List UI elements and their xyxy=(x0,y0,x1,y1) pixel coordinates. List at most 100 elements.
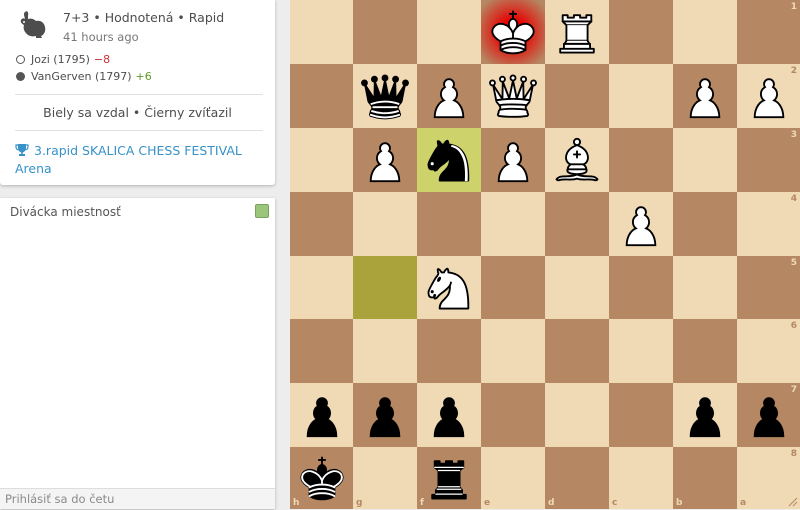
square-a5[interactable]: 5 xyxy=(737,256,800,319)
square-h7[interactable] xyxy=(290,383,353,447)
black-rook-icon[interactable] xyxy=(421,450,477,506)
tournament-link[interactable]: 3.rapid SKALICA CHESS FESTIVAL Arena xyxy=(15,142,245,178)
square-g6[interactable] xyxy=(353,319,417,383)
square-g7[interactable] xyxy=(353,383,417,447)
square-g3[interactable] xyxy=(353,128,417,192)
black-pawn-icon[interactable] xyxy=(741,387,797,443)
square-g4[interactable] xyxy=(353,192,417,256)
square-h5[interactable] xyxy=(290,256,353,319)
square-c7[interactable] xyxy=(609,383,673,447)
square-b7[interactable] xyxy=(673,383,737,447)
chat-input[interactable]: Prihlásiť sa do četu xyxy=(0,488,275,509)
square-e5[interactable] xyxy=(481,256,545,319)
square-a2[interactable]: 2 xyxy=(737,64,800,128)
square-a6[interactable]: 6 xyxy=(737,319,800,383)
square-f4[interactable] xyxy=(417,192,481,256)
black-pawn-icon[interactable] xyxy=(421,387,477,443)
square-e3[interactable] xyxy=(481,128,545,192)
square-b8[interactable]: b xyxy=(673,447,737,509)
chess-board[interactable]: 1 2 3 4 5 6 7 h g f e d c b 8 a xyxy=(290,0,800,509)
black-pawn-icon[interactable] xyxy=(677,387,733,443)
square-e1[interactable] xyxy=(481,0,545,64)
square-f3[interactable] xyxy=(417,128,481,192)
square-g1[interactable] xyxy=(353,0,417,64)
chat-title: Divácka miestnosť xyxy=(10,205,121,219)
square-e6[interactable] xyxy=(481,319,545,383)
square-d8[interactable]: d xyxy=(545,447,609,509)
black-queen-icon[interactable] xyxy=(357,68,413,124)
square-b2[interactable] xyxy=(673,64,737,128)
square-c3[interactable] xyxy=(609,128,673,192)
white-pawn-icon[interactable] xyxy=(485,132,541,188)
white-knight-icon[interactable] xyxy=(421,260,477,316)
square-f5[interactable] xyxy=(417,256,481,319)
square-d3[interactable] xyxy=(545,128,609,192)
black-king-icon[interactable] xyxy=(294,450,350,506)
white-player-name[interactable]: Jozi (1795) xyxy=(31,53,90,66)
square-b3[interactable] xyxy=(673,128,737,192)
square-e2[interactable] xyxy=(481,64,545,128)
white-rating-diff: −8 xyxy=(93,53,111,66)
square-a1[interactable]: 1 xyxy=(737,0,800,64)
square-b6[interactable] xyxy=(673,319,737,383)
square-d5[interactable] xyxy=(545,256,609,319)
game-time: 41 hours ago xyxy=(63,30,139,44)
black-knight-icon[interactable] xyxy=(421,132,477,188)
square-g2[interactable] xyxy=(353,64,417,128)
black-pawn-icon[interactable] xyxy=(357,387,413,443)
square-a3[interactable]: 3 xyxy=(737,128,800,192)
white-pawn-icon[interactable] xyxy=(677,68,733,124)
square-b1[interactable] xyxy=(673,0,737,64)
square-c6[interactable] xyxy=(609,319,673,383)
square-d1[interactable] xyxy=(545,0,609,64)
white-king-icon[interactable] xyxy=(485,4,541,60)
white-queen-icon[interactable] xyxy=(485,68,541,124)
white-player[interactable]: Jozi (1795) −8 xyxy=(16,53,110,66)
white-pawn-icon[interactable] xyxy=(613,196,669,252)
square-c4[interactable] xyxy=(609,192,673,256)
game-result: Biely sa vzdal • Čierny zvíťazil xyxy=(43,105,232,120)
white-pawn-icon[interactable] xyxy=(421,68,477,124)
square-c2[interactable] xyxy=(609,64,673,128)
square-c5[interactable] xyxy=(609,256,673,319)
square-c8[interactable]: c xyxy=(609,447,673,509)
black-player[interactable]: VanGerven (1797) +6 xyxy=(16,70,152,83)
black-pawn-icon[interactable] xyxy=(294,387,350,443)
square-a4[interactable]: 4 xyxy=(737,192,800,256)
white-bishop-icon[interactable] xyxy=(549,132,605,188)
square-h3[interactable] xyxy=(290,128,353,192)
square-f1[interactable] xyxy=(417,0,481,64)
square-b5[interactable] xyxy=(673,256,737,319)
square-b4[interactable] xyxy=(673,192,737,256)
square-d2[interactable] xyxy=(545,64,609,128)
square-e8[interactable]: e xyxy=(481,447,545,509)
square-f6[interactable] xyxy=(417,319,481,383)
chat-toggle-checkbox[interactable] xyxy=(255,204,269,218)
square-d4[interactable] xyxy=(545,192,609,256)
white-rook-icon[interactable] xyxy=(549,4,605,60)
square-h4[interactable] xyxy=(290,192,353,256)
square-f7[interactable] xyxy=(417,383,481,447)
square-c1[interactable] xyxy=(609,0,673,64)
white-pawn-icon[interactable] xyxy=(357,132,413,188)
square-g5[interactable] xyxy=(353,256,417,319)
spectator-chat: Divácka miestnosť Prihlásiť sa do četu xyxy=(0,198,275,509)
square-f8[interactable]: f xyxy=(417,447,481,509)
white-pawn-icon[interactable] xyxy=(741,68,797,124)
square-e4[interactable] xyxy=(481,192,545,256)
square-g8[interactable]: g xyxy=(353,447,417,509)
square-h8[interactable]: h xyxy=(290,447,353,509)
square-e7[interactable] xyxy=(481,383,545,447)
square-h1[interactable] xyxy=(290,0,353,64)
board-resize-handle[interactable] xyxy=(786,495,798,507)
black-player-name[interactable]: VanGerven (1797) xyxy=(31,70,132,83)
rank-label: 3 xyxy=(790,130,797,140)
square-h6[interactable] xyxy=(290,319,353,383)
square-a7[interactable]: 7 xyxy=(737,383,800,447)
square-h2[interactable] xyxy=(290,64,353,128)
square-d6[interactable] xyxy=(545,319,609,383)
tournament-name[interactable]: 3.rapid SKALICA CHESS FESTIVAL Arena xyxy=(15,143,242,176)
square-d7[interactable] xyxy=(545,383,609,447)
black-color-icon xyxy=(16,72,25,81)
square-f2[interactable] xyxy=(417,64,481,128)
